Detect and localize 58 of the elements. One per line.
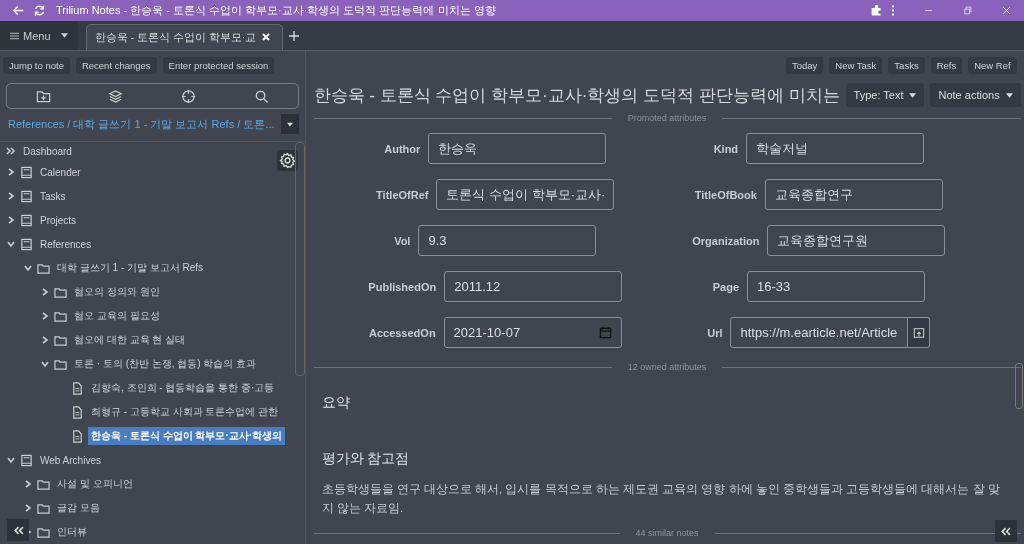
tree-item[interactable]: 토론 · 토의 (찬반 논쟁, 협동) 학습의 효과 [71, 355, 260, 373]
input-field[interactable]: 교육종합연구 [764, 179, 943, 210]
menu-button[interactable]: Menu [0, 21, 78, 50]
tree-item[interactable]: 김향숙, 조인희 - 협동학습을 통한 중·고등 [88, 379, 278, 397]
breadcrumb-link[interactable]: References / 대학 글쓰기 1 - 기말 보고서 Refs / 토론... [8, 116, 275, 132]
attribute-label: Author [384, 142, 421, 155]
toolbar-button[interactable]: Tasks [888, 56, 925, 74]
toolbar-button[interactable]: Recent changes [75, 56, 157, 74]
note-tab[interactable]: 한승욱 - 토론식 수업이 학부모·교 [85, 24, 284, 50]
toolbar-button[interactable]: New Ref [968, 56, 1017, 74]
input-field[interactable]: 교육종합연구원 [767, 225, 946, 256]
toolbar-button[interactable]: New Task [829, 56, 883, 74]
note-actions-dropdown[interactable]: Note actions [930, 83, 1021, 107]
type-dropdown[interactable]: Type: Text [845, 83, 925, 107]
window-title: Trilium Notes - 한승욱 - 토론식 수업이 학부모·교사·학생의 도덕적 판단능력에 미치는 영향 [56, 3, 496, 18]
tree-item[interactable]: Projects [37, 212, 80, 228]
note-paragraph: 초등학생들을 연구 대상으로 해서, 입시를 목적으로 하는 제도권 교육의 영향 하에 놓인 중학생들과 고등학생들에 대해서는 잘 맞지 않는 자료임. [321, 482, 1001, 516]
input-field[interactable]: 2011.12 [444, 271, 623, 302]
toolbar-button[interactable]: Today [786, 56, 824, 74]
tree-item[interactable]: Dashboard [20, 143, 75, 159]
date-field[interactable]: 2021-10-07 [443, 317, 622, 348]
tree-item[interactable]: 최형규 - 고등학교 사회과 토론수업에 관한 [88, 403, 282, 421]
attribute-label: AccessedOn [368, 326, 436, 339]
attribute-label: Page [712, 280, 739, 293]
input-field[interactable]: 학술저널 [746, 133, 925, 164]
section-label: 44 similar notes [634, 528, 700, 538]
url-field[interactable]: https://m.earticle.net/Article [730, 317, 909, 348]
tree-item[interactable]: 사설 및 오피니언 [54, 475, 136, 493]
tree-item[interactable]: 대학 글쓰기 1 - 기말 보고서 Refs [54, 259, 207, 277]
attribute-label: Vol [394, 234, 411, 247]
tree-item[interactable]: 글감 모음 [54, 499, 103, 517]
note-heading: 요약 [321, 394, 351, 412]
toolbar-button[interactable]: Jump to note [3, 56, 70, 74]
tree-item[interactable]: Tasks [37, 188, 69, 204]
note-heading: 평가와 참고점 [321, 450, 411, 468]
tree-item[interactable]: References [37, 236, 95, 252]
attribute-label: TitleOfBook [694, 188, 757, 201]
toolbar-button[interactable]: Enter protected session [162, 56, 275, 74]
input-field[interactable]: 한승욱 [428, 133, 607, 164]
input-field[interactable]: 16-33 [747, 271, 925, 302]
attribute-label: PublishedOn [368, 280, 437, 293]
toolbar-button[interactable]: Refs [930, 56, 963, 74]
attribute-label: Kind [713, 142, 739, 155]
tree-item[interactable]: 인터뷰 [54, 523, 90, 541]
attribute-label: Url [707, 326, 723, 339]
attribute-label: TitleOfRef [376, 188, 429, 201]
note-title[interactable]: 한승욱 - 토론식 수업이 학부모·교사·학생의 도덕적 판단능력에 미치는 [313, 83, 840, 107]
input-field[interactable]: 토론식 수업이 학부모·교사· [436, 179, 615, 210]
input-field[interactable]: 9.3 [418, 225, 597, 256]
tree-item[interactable]: 혐오에 대한 교육 현 실태 [71, 331, 189, 349]
attribute-label: Organization [692, 234, 760, 247]
tree-item[interactable]: 한승욱 - 토론식 수업이 학부모·교사·학생의 [88, 427, 286, 445]
section-label: 12 owned attributes [626, 362, 708, 372]
tree-item[interactable]: 혐오 교육의 필요성 [71, 307, 163, 325]
tree-item[interactable]: 혐오의 정의와 원인 [71, 283, 163, 301]
tree-item[interactable]: Web Archives [37, 452, 104, 468]
section-label: Promoted attributes [626, 113, 708, 123]
tree-item[interactable]: Calender [37, 164, 84, 180]
